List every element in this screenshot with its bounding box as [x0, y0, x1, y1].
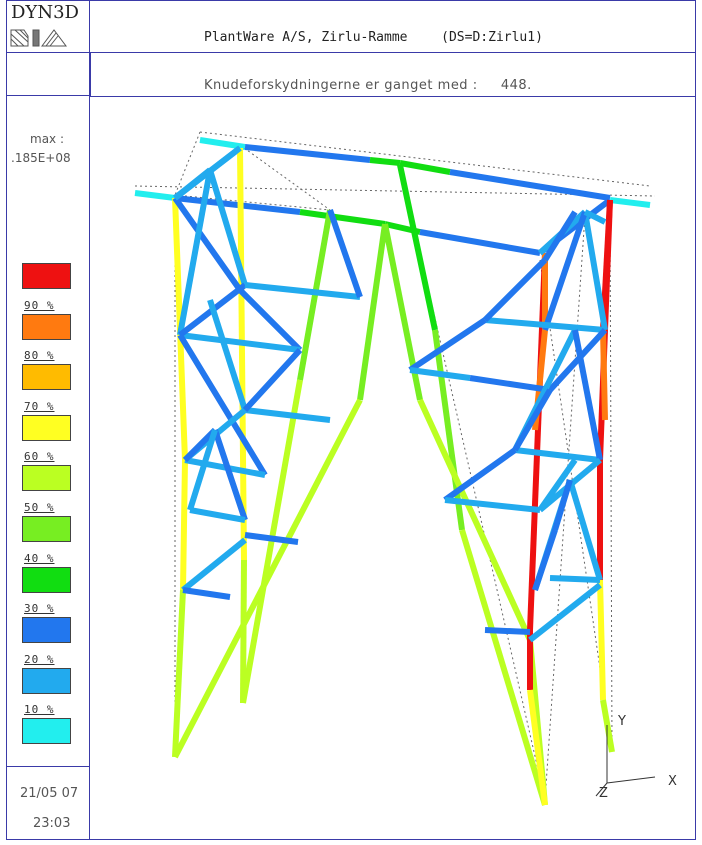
beam-member: [172, 398, 363, 759]
beam-member: [244, 144, 371, 163]
beam-member: [417, 398, 533, 642]
beam-member: [482, 257, 548, 323]
beam-member: [512, 388, 553, 452]
axis-z-label: Z: [599, 786, 608, 801]
undeformed-reference-line: [609, 199, 613, 751]
beam-member: [244, 282, 361, 300]
beam-member: [419, 229, 541, 256]
beam-member: [597, 579, 606, 701]
beam-member: [189, 507, 246, 523]
beam-member: [327, 209, 363, 298]
beam-member: [242, 347, 303, 413]
beam-member: [180, 459, 188, 591]
beam-member: [399, 160, 451, 175]
beam-member: [397, 164, 438, 331]
beam-member: [369, 157, 401, 166]
beam-member: [408, 317, 487, 373]
beam-member: [549, 575, 601, 583]
beam-member: [484, 627, 531, 635]
beam-member: [609, 197, 651, 208]
beam-member: [582, 211, 608, 331]
frame-structure-plot: [134, 131, 656, 806]
axis-x-line: [606, 776, 656, 784]
beam-member: [177, 169, 213, 336]
beam-member: [172, 589, 186, 758]
beam-member: [181, 537, 247, 593]
beam-member: [567, 479, 603, 581]
beam-member: [600, 329, 608, 421]
beam-member: [134, 190, 176, 201]
undeformed-reference-line: [199, 131, 651, 187]
beam-member: [514, 447, 601, 463]
beam-member: [244, 407, 331, 423]
beam-member: [409, 367, 471, 381]
beam-member: [449, 169, 611, 201]
axis-y-label: Y: [618, 714, 626, 729]
beam-member: [357, 223, 388, 401]
beam-member: [182, 587, 231, 600]
beam-member: [299, 209, 386, 227]
axis-x-label: X: [668, 774, 677, 789]
beam-member: [528, 582, 602, 643]
